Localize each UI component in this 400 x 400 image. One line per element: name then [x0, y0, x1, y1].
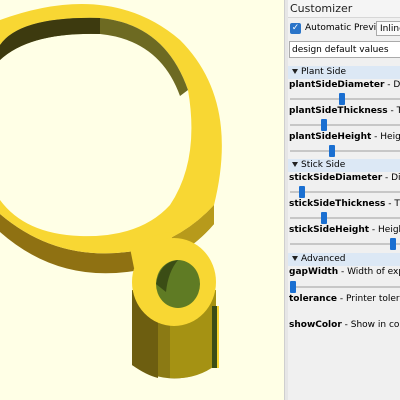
- preview-mode-select[interactable]: Inline: [376, 21, 400, 36]
- slider-plantSideThickness[interactable]: [290, 118, 400, 132]
- section-title: Plant Side: [301, 67, 346, 77]
- customizer-title: Customizer: [288, 0, 400, 18]
- section-advanced[interactable]: Advanced: [288, 253, 400, 266]
- collapse-triangle-icon: [292, 161, 298, 167]
- slider-thumb[interactable]: [290, 281, 296, 293]
- section-plant-side[interactable]: Plant Side: [288, 66, 400, 79]
- slider-gapWidth[interactable]: [290, 280, 400, 294]
- collapse-triangle-icon: [292, 68, 298, 74]
- plant-clip-model: [0, 4, 222, 379]
- section-title: Stick Side: [301, 160, 346, 170]
- slider-stickSideHeight[interactable]: [290, 237, 400, 251]
- collapse-triangle-icon: [292, 255, 298, 261]
- slider-thumb[interactable]: [299, 186, 306, 198]
- slider-thumb[interactable]: [320, 212, 327, 224]
- param-gapWidth: gapWidth - Width of expans: [289, 267, 400, 277]
- 3d-viewport[interactable]: [0, 0, 284, 400]
- preset-select[interactable]: design default values: [289, 41, 400, 58]
- slider-thumb[interactable]: [320, 119, 327, 131]
- slider-plantSideDiameter[interactable]: [290, 92, 400, 106]
- slider-thumb[interactable]: [390, 238, 397, 250]
- section-stick-side[interactable]: Stick Side: [288, 159, 400, 172]
- param-showColor: showColor - Show in color: [289, 320, 400, 330]
- slider-thumb[interactable]: [328, 145, 335, 157]
- customizer-panel: Customizer ✓ Automatic Preview Inline de…: [288, 0, 400, 400]
- slider-plantSideHeight[interactable]: [290, 144, 400, 158]
- automatic-preview-checkbox[interactable]: ✓: [290, 23, 301, 34]
- section-title: Advanced: [301, 254, 346, 264]
- slider-thumb[interactable]: [339, 93, 346, 105]
- automatic-preview-row: ✓ Automatic Preview Inline: [288, 20, 400, 38]
- param-tolerance: tolerance - Printer toleranc: [289, 294, 400, 304]
- slider-stickSideThickness[interactable]: [290, 211, 400, 225]
- slider-stickSideDiameter[interactable]: [290, 185, 400, 199]
